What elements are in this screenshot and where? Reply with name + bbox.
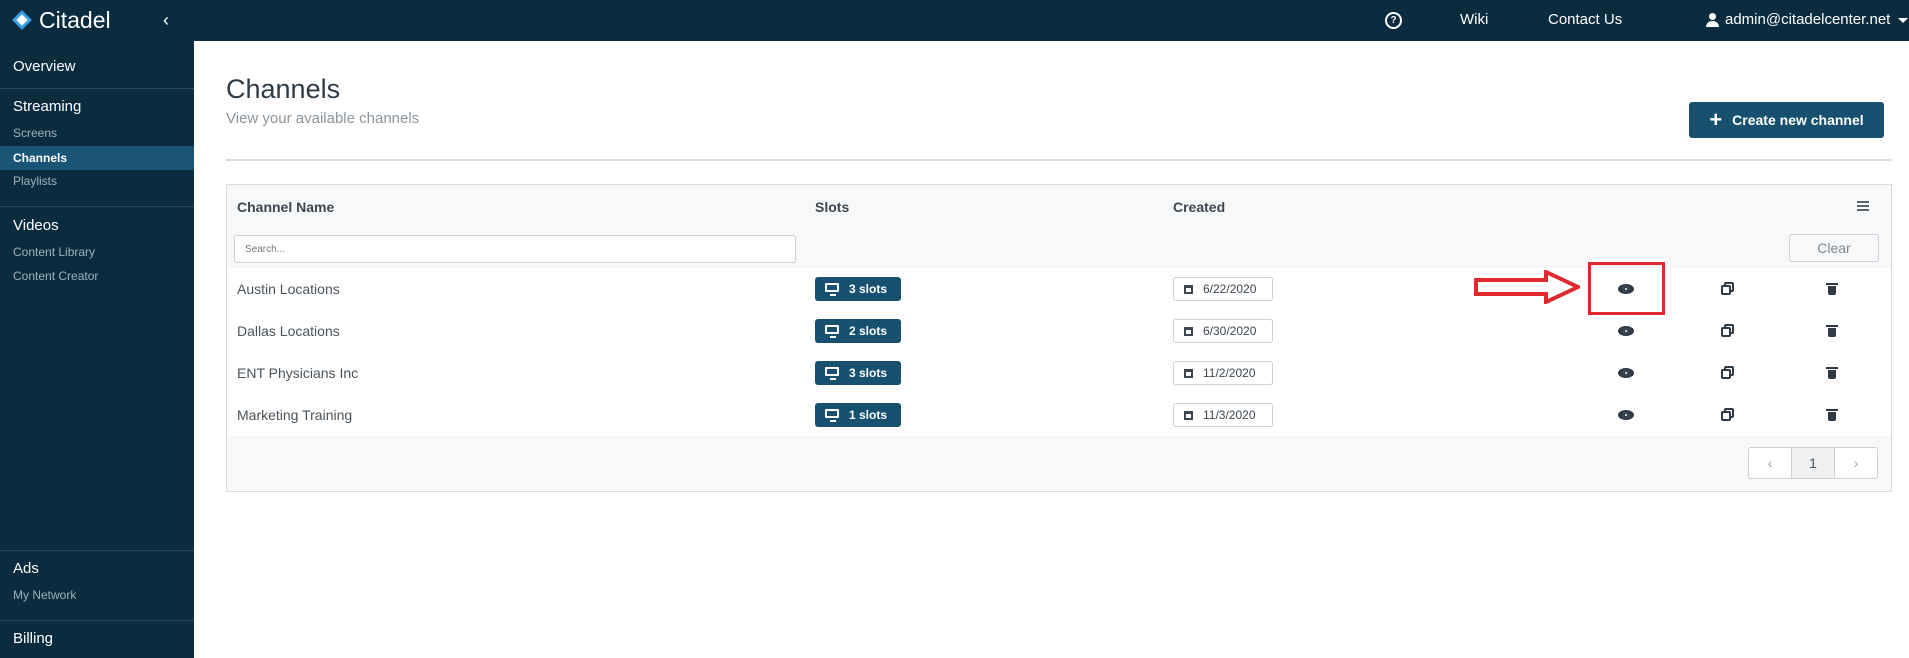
pagination: ‹ 1 ›	[1748, 447, 1878, 479]
annotation-arrow	[1474, 270, 1580, 304]
created-date-label: 6/30/2020	[1203, 324, 1257, 338]
next-page-button[interactable]: ›	[1835, 448, 1877, 478]
duplicate-copy-icon[interactable]	[1721, 281, 1737, 297]
sidebar-collapse-icon[interactable]: ‹	[163, 10, 169, 30]
sidebar-divider	[0, 620, 194, 621]
delete-trash-icon[interactable]	[1825, 365, 1841, 381]
page-subtitle: View your available channels	[226, 110, 420, 127]
slots-label: 3 slots	[849, 282, 888, 296]
page-number-button[interactable]: 1	[1792, 448, 1835, 478]
channel-name[interactable]: Marketing Training	[237, 406, 352, 424]
created-date: 6/30/2020	[1173, 319, 1273, 343]
duplicate-copy-icon[interactable]	[1721, 365, 1737, 381]
sidebar: Overview Streaming Screens Channels Play…	[0, 41, 194, 658]
calendar-icon	[1184, 326, 1193, 336]
channels-table: Channel Name Slots Created Clear Austin …	[226, 184, 1892, 492]
channel-name[interactable]: Austin Locations	[237, 280, 340, 298]
prev-page-button[interactable]: ‹	[1749, 448, 1792, 478]
logo-icon	[12, 10, 32, 30]
column-header-channel-name[interactable]: Channel Name	[237, 198, 334, 216]
created-date: 11/2/2020	[1173, 361, 1273, 385]
column-header-slots[interactable]: Slots	[815, 198, 849, 216]
view-eye-icon[interactable]	[1618, 323, 1634, 339]
sidebar-section-videos[interactable]: Videos	[0, 217, 194, 235]
slots-badge[interactable]: 3 slots	[815, 277, 901, 301]
view-eye-icon[interactable]	[1618, 365, 1634, 381]
delete-trash-icon[interactable]	[1825, 281, 1841, 297]
user-menu[interactable]: admin@citadelcenter.net	[1706, 11, 1909, 29]
plus-icon: +	[1709, 107, 1723, 132]
help-icon[interactable]: ?	[1385, 12, 1402, 29]
clear-button[interactable]: Clear	[1789, 234, 1879, 262]
channel-name[interactable]: ENT Physicians Inc	[237, 364, 358, 382]
search-input[interactable]	[234, 235, 796, 263]
view-eye-icon[interactable]	[1618, 407, 1634, 423]
slots-badge[interactable]: 1 slots	[815, 403, 901, 427]
duplicate-copy-icon[interactable]	[1721, 407, 1737, 423]
calendar-icon	[1184, 368, 1193, 378]
delete-trash-icon[interactable]	[1825, 323, 1841, 339]
sidebar-item-overview[interactable]: Overview	[0, 58, 194, 76]
header-divider	[226, 159, 1892, 161]
sidebar-section-billing[interactable]: Billing	[0, 630, 194, 648]
created-date-label: 11/2/2020	[1203, 366, 1256, 380]
table-footer: ‹ 1 ›	[227, 436, 1891, 491]
user-icon	[1706, 13, 1719, 27]
table-row[interactable]: Marketing Training 1 slots 11/3/2020	[227, 394, 1891, 437]
sidebar-section-streaming[interactable]: Streaming	[0, 98, 194, 116]
calendar-icon	[1184, 410, 1193, 420]
channel-name[interactable]: Dallas Locations	[237, 322, 340, 340]
annotation-highlight-box	[1588, 262, 1665, 315]
column-menu-icon[interactable]	[1857, 201, 1869, 211]
monitor-icon	[825, 366, 839, 380]
slots-label: 1 slots	[849, 408, 888, 422]
sidebar-divider	[0, 550, 194, 551]
sidebar-divider	[0, 88, 194, 89]
app-name: Citadel	[39, 6, 111, 33]
sidebar-item-playlists[interactable]: Playlists	[0, 173, 194, 189]
sidebar-item-my-network[interactable]: My Network	[0, 587, 194, 603]
calendar-icon	[1184, 284, 1193, 294]
sidebar-item-channels[interactable]: Channels	[0, 146, 194, 170]
created-date: 11/3/2020	[1173, 403, 1273, 427]
monitor-icon	[825, 282, 839, 296]
slots-badge[interactable]: 3 slots	[815, 361, 901, 385]
slots-badge[interactable]: 2 slots	[815, 319, 901, 343]
created-date-label: 11/3/2020	[1203, 408, 1256, 422]
page-title: Channels	[226, 74, 341, 104]
monitor-icon	[825, 324, 839, 338]
create-channel-button[interactable]: + Create new channel	[1689, 102, 1884, 138]
sidebar-item-screens[interactable]: Screens	[0, 125, 194, 141]
contact-us-link[interactable]: Contact Us	[1548, 11, 1622, 29]
chevron-down-icon	[1898, 17, 1909, 23]
user-email: admin@citadelcenter.net	[1725, 11, 1891, 28]
delete-trash-icon[interactable]	[1825, 407, 1841, 423]
created-date-label: 6/22/2020	[1203, 282, 1257, 296]
sidebar-item-content-library[interactable]: Content Library	[0, 244, 194, 260]
sidebar-item-content-creator[interactable]: Content Creator	[0, 268, 194, 284]
slots-label: 3 slots	[849, 366, 888, 380]
app-logo[interactable]: Citadel	[12, 7, 111, 33]
slots-label: 2 slots	[849, 324, 888, 338]
table-header: Channel Name Slots Created	[227, 185, 1891, 230]
monitor-icon	[825, 408, 839, 422]
column-header-created[interactable]: Created	[1173, 198, 1225, 216]
top-navbar: Citadel ‹ ? Wiki Contact Us admin@citade…	[0, 0, 1909, 41]
created-date: 6/22/2020	[1173, 277, 1273, 301]
table-row[interactable]: ENT Physicians Inc 3 slots 11/2/2020	[227, 352, 1891, 395]
sidebar-divider	[0, 206, 194, 207]
create-channel-label: Create new channel	[1732, 112, 1864, 128]
wiki-link[interactable]: Wiki	[1460, 11, 1488, 29]
table-row[interactable]: Dallas Locations 2 slots 6/30/2020	[227, 310, 1891, 353]
sidebar-section-ads[interactable]: Ads	[0, 560, 194, 578]
duplicate-copy-icon[interactable]	[1721, 323, 1737, 339]
